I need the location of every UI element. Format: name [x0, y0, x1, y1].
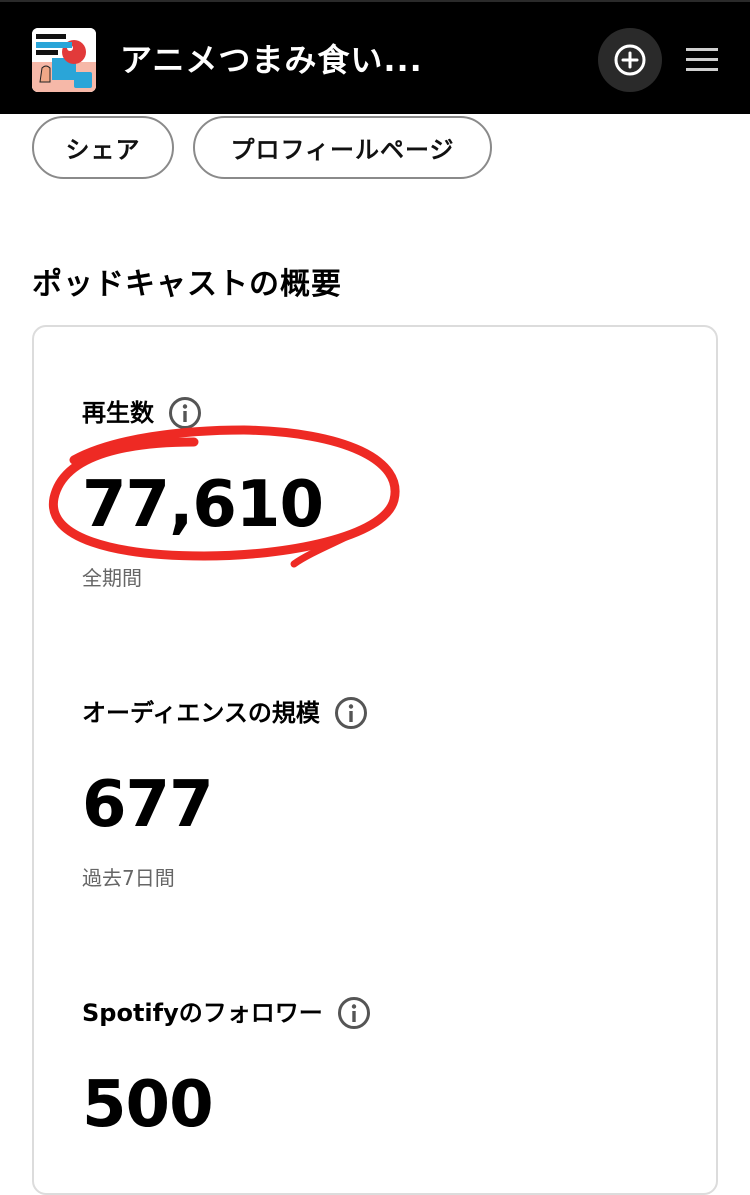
plays-value: 77,610 [82, 468, 324, 542]
audience-value: 677 [82, 768, 214, 842]
info-icon[interactable] [337, 996, 371, 1030]
info-icon[interactable] [334, 696, 368, 730]
hamburger-menu-icon [686, 48, 718, 71]
plays-label: 再生数 [82, 399, 154, 427]
profile-page-button[interactable]: プロフィールページ [193, 116, 492, 179]
overview-heading: ポッドキャストの概要 [32, 267, 342, 302]
audience-period: 過去7日間 [82, 866, 175, 890]
add-button[interactable] [598, 28, 662, 92]
followers-label: Spotifyのフォロワー [82, 999, 323, 1027]
podcast-logo[interactable] [32, 28, 96, 92]
plays-period: 全期間 [82, 566, 142, 590]
podcast-title: アニメつまみ食い... [120, 41, 423, 79]
top-bar: アニメつまみ食い... [0, 0, 750, 114]
followers-value: 500 [82, 1068, 214, 1142]
overview-card [32, 325, 718, 1195]
info-icon[interactable] [168, 396, 202, 430]
audience-label: オーディエンスの規模 [82, 699, 320, 727]
plus-circle-icon [614, 44, 646, 76]
followers-label-row: Spotifyのフォロワー [82, 996, 371, 1030]
audience-label-row: オーディエンスの規模 [82, 696, 368, 730]
plays-label-row: 再生数 [82, 396, 202, 430]
share-button[interactable]: シェア [32, 116, 174, 179]
menu-button[interactable] [682, 42, 722, 78]
